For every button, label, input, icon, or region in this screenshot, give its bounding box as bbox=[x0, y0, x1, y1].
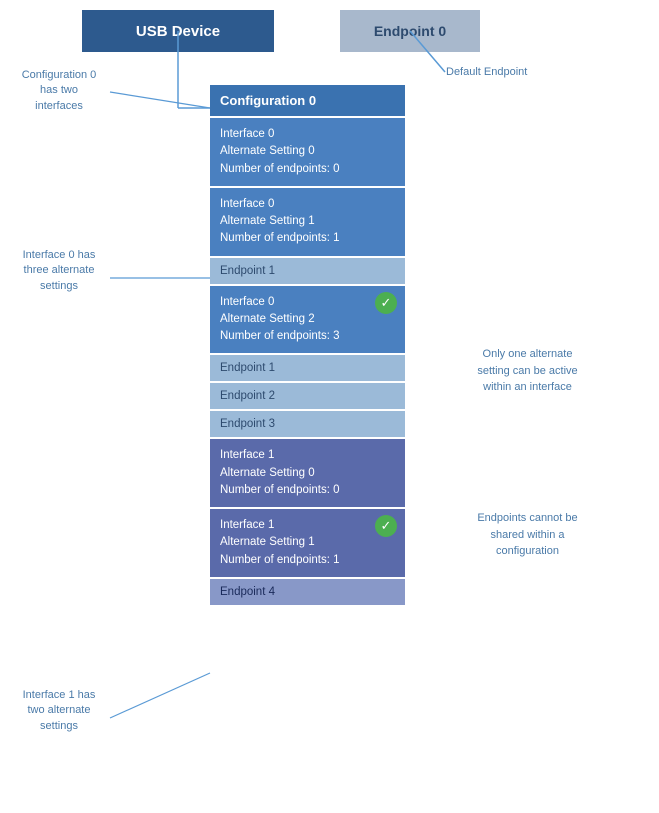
interface-block-if1-alt0: Interface 1 Alternate Setting 0 Number o… bbox=[210, 439, 405, 507]
interface-block-if0-alt2: ✓ Interface 0 Alternate Setting 2 Number… bbox=[210, 286, 405, 354]
endpoint0-label: Endpoint 0 bbox=[374, 23, 446, 39]
interface1-two-settings-label: Interface 1 hastwo alternatesettings bbox=[4, 688, 114, 734]
interface0-three-settings-label: Interface 0 hasthree alternatesettings bbox=[4, 248, 114, 294]
config-header: Configuration 0 bbox=[210, 85, 405, 116]
interface-block-if0-alt0: Interface 0 Alternate Setting 0 Number o… bbox=[210, 118, 405, 186]
endpoint0-box: Endpoint 0 bbox=[340, 10, 480, 52]
endpoint-row-1a: Endpoint 1 bbox=[210, 258, 405, 284]
endpoint-row-1b: Endpoint 1 bbox=[210, 355, 405, 381]
endpoint-row-2: Endpoint 2 bbox=[210, 383, 405, 409]
usb-device-label: USB Device bbox=[136, 23, 220, 40]
config-two-interfaces-label: Configuration 0has twointerfaces bbox=[4, 68, 114, 114]
default-endpoint-label: Default Endpoint bbox=[446, 66, 527, 78]
endpoints-shared-label: Endpoints cannot beshared within aconfig… bbox=[440, 510, 615, 560]
endpoint-row-3: Endpoint 3 bbox=[210, 411, 405, 437]
endpoint-row-4: Endpoint 4 bbox=[210, 579, 405, 605]
checkmark-icon-if1: ✓ bbox=[375, 515, 397, 537]
checkmark-icon: ✓ bbox=[375, 292, 397, 314]
interface-block-if0-alt1: Interface 0 Alternate Setting 1 Number o… bbox=[210, 188, 405, 256]
diagram-container: Configuration 0 Interface 0 Alternate Se… bbox=[210, 85, 405, 605]
usb-device-box: USB Device bbox=[82, 10, 274, 52]
one-alternate-label: Only one alternatesetting can be activew… bbox=[440, 346, 615, 396]
interface-block-if1-alt1: ✓ Interface 1 Alternate Setting 1 Number… bbox=[210, 509, 405, 577]
